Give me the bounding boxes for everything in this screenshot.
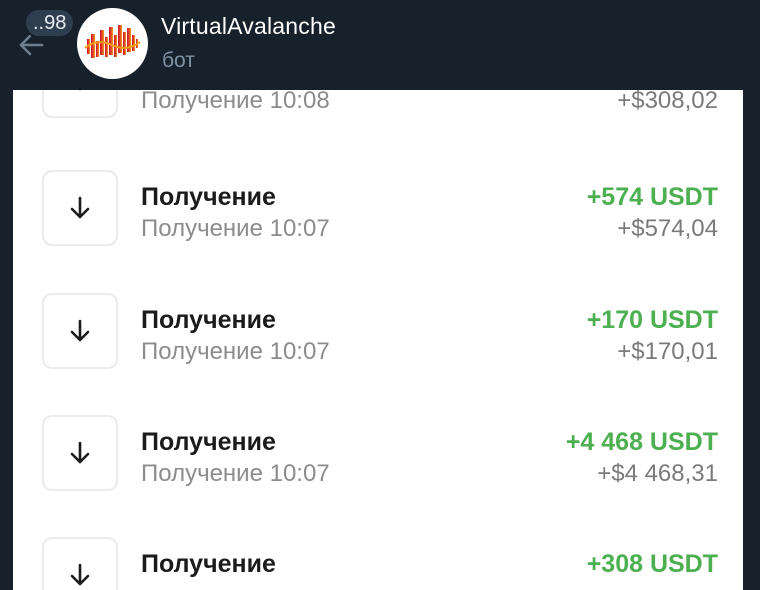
- arrow-down-icon: [70, 441, 90, 464]
- receive-icon-box: [42, 415, 118, 491]
- transaction-title: Получение: [141, 183, 276, 211]
- transaction-row[interactable]: Получение 10:08 +$308,02: [13, 90, 743, 122]
- transaction-fiat: +$308,02: [617, 90, 718, 114]
- transaction-row[interactable]: Получение +308 USDT: [13, 537, 743, 590]
- transaction-amount: +170 USDT: [586, 306, 718, 334]
- chat-title[interactable]: VirtualAvalanche: [161, 13, 336, 40]
- receive-icon-box: [42, 170, 118, 246]
- avalanche-logo: [84, 25, 141, 58]
- receive-icon-box: [42, 537, 118, 590]
- receive-icon-box: [42, 293, 118, 369]
- transaction-title: Получение: [141, 428, 276, 456]
- transaction-fiat: +$574,04: [617, 215, 718, 242]
- transaction-list: Получение 10:08 +$308,02 Получение Получ…: [13, 90, 743, 590]
- transaction-time: Получение 10:07: [141, 215, 330, 242]
- transaction-fiat: +$170,01: [617, 338, 718, 365]
- chat-header: ..98 VirtualAvalanche бот: [0, 0, 760, 90]
- avatar[interactable]: [77, 8, 148, 79]
- arrow-down-icon: [70, 563, 90, 586]
- arrow-down-icon: [70, 196, 90, 219]
- transaction-title: Получение: [141, 550, 276, 578]
- transaction-amount: +574 USDT: [586, 183, 718, 211]
- transaction-fiat: +$4 468,31: [597, 460, 718, 487]
- transaction-amount: +4 468 USDT: [565, 428, 718, 456]
- transaction-title: Получение: [141, 306, 276, 334]
- arrow-down-icon: [79, 90, 81, 91]
- receive-icon-box: [42, 90, 118, 118]
- transaction-row[interactable]: Получение Получение 10:07 +4 468 USDT +$…: [13, 415, 743, 495]
- transaction-time: Получение 10:07: [141, 460, 330, 487]
- transaction-amount: +308 USDT: [586, 550, 718, 578]
- chat-subtitle: бот: [162, 49, 195, 72]
- transaction-time: Получение 10:08: [141, 90, 330, 114]
- transaction-time: Получение 10:07: [141, 338, 330, 365]
- unread-badge: ..98: [24, 8, 76, 38]
- transaction-row[interactable]: Получение Получение 10:07 +574 USDT +$57…: [13, 170, 743, 250]
- arrow-down-icon: [70, 319, 90, 342]
- transaction-row[interactable]: Получение Получение 10:07 +170 USDT +$17…: [13, 293, 743, 373]
